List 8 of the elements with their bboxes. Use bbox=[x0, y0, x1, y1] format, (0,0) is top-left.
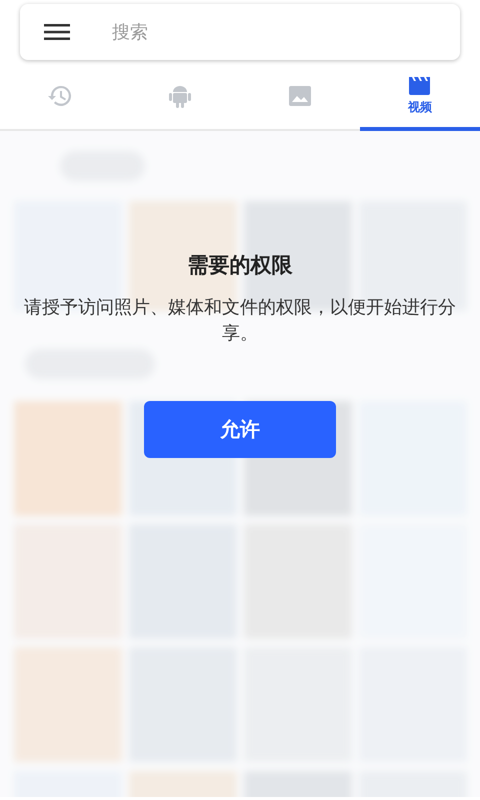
history-icon bbox=[47, 84, 73, 108]
dialog-title: 需要的权限 bbox=[188, 252, 292, 279]
dialog-message: 请授予访问照片、媒体和文件的权限，以便开始进行分享。 bbox=[23, 296, 457, 346]
search-field[interactable]: 搜索 bbox=[110, 20, 436, 44]
menu-icon[interactable] bbox=[44, 23, 70, 41]
clapperboard-icon bbox=[408, 75, 432, 95]
allow-button[interactable]: 允许 bbox=[144, 401, 336, 458]
image-icon bbox=[289, 86, 311, 106]
